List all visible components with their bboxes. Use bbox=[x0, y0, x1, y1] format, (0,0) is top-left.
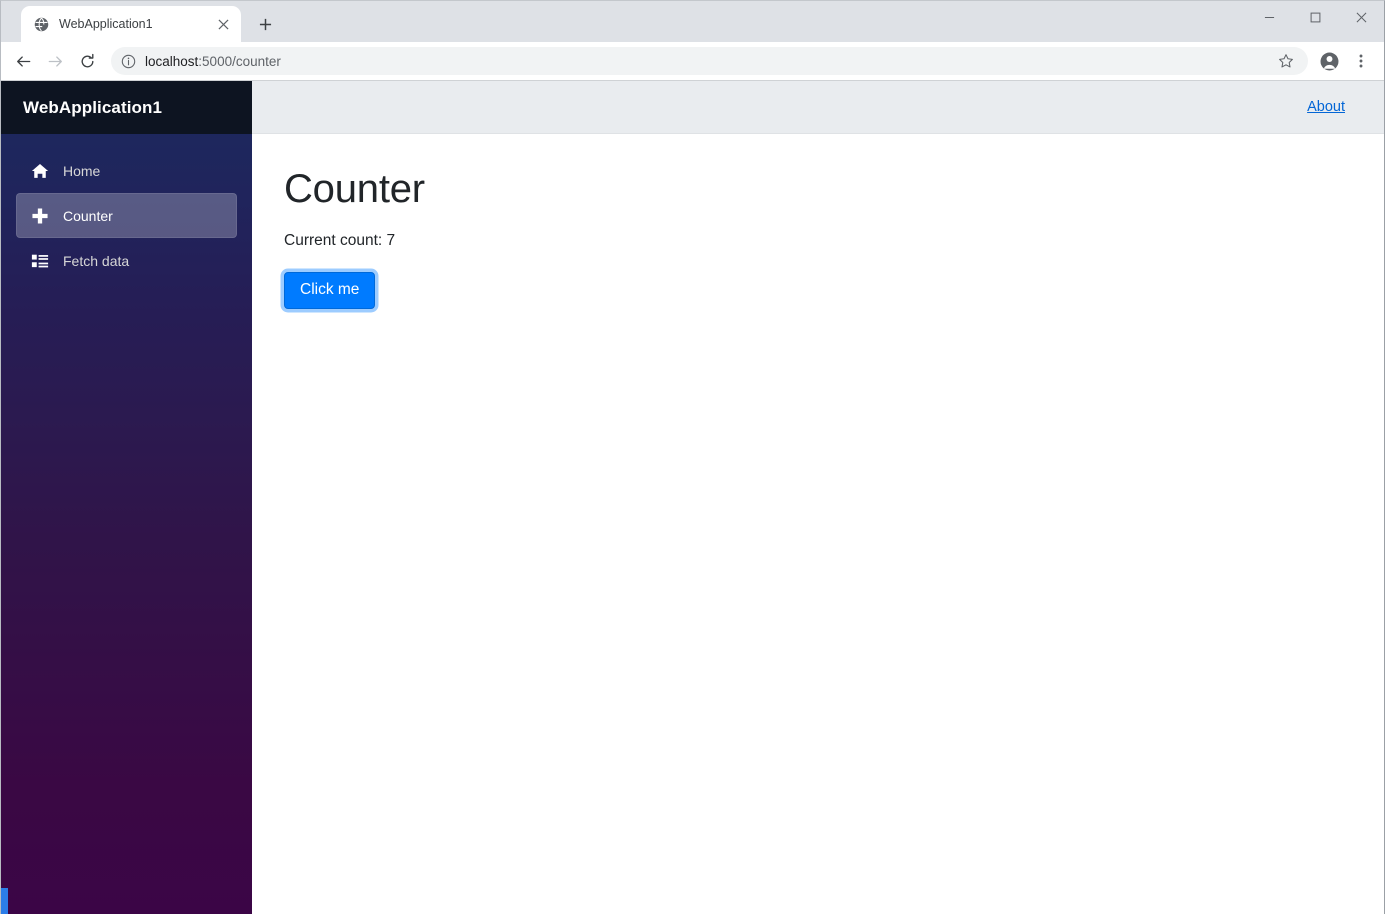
maximize-icon[interactable] bbox=[1292, 1, 1338, 33]
close-icon[interactable] bbox=[1338, 1, 1384, 33]
sidebar-bottom-accent bbox=[1, 888, 8, 914]
address-bar-url: localhost:5000/counter bbox=[145, 54, 281, 69]
app-main: About Counter Current count: 7 Click me bbox=[252, 81, 1384, 914]
about-link[interactable]: About bbox=[1307, 99, 1345, 115]
back-arrow-icon[interactable] bbox=[7, 45, 39, 77]
sidebar-brand[interactable]: WebApplication1 bbox=[1, 81, 252, 134]
forward-arrow-icon bbox=[39, 45, 71, 77]
list-icon bbox=[30, 251, 50, 271]
star-icon[interactable] bbox=[1274, 49, 1298, 73]
sidebar-nav: Home Counter Fetch data bbox=[1, 134, 252, 283]
sidebar-brand-label: WebApplication1 bbox=[23, 97, 163, 117]
app-sidebar: WebApplication1 Home Counter Fetch data bbox=[1, 81, 252, 914]
browser-window: WebApplication1 localhost:5000/counter W… bbox=[0, 0, 1385, 914]
page-content: Counter Current count: 7 Click me bbox=[252, 134, 1384, 914]
home-icon bbox=[30, 161, 50, 181]
page-title: Counter bbox=[284, 167, 425, 211]
current-count-text: Current count: 7 bbox=[284, 232, 396, 249]
address-bar[interactable]: localhost:5000/counter bbox=[111, 47, 1308, 75]
page-viewport: WebApplication1 Home Counter Fetch data … bbox=[1, 81, 1384, 914]
globe-icon bbox=[33, 16, 49, 32]
url-path: :5000/counter bbox=[198, 53, 281, 69]
browser-tab-strip: WebApplication1 bbox=[1, 1, 1384, 42]
window-controls bbox=[1246, 1, 1384, 33]
sidebar-item-label: Fetch data bbox=[63, 252, 130, 269]
sidebar-item-home[interactable]: Home bbox=[16, 148, 237, 193]
browser-toolbar: localhost:5000/counter bbox=[1, 42, 1384, 81]
info-circle-icon[interactable] bbox=[121, 54, 136, 69]
close-icon[interactable] bbox=[214, 15, 232, 33]
browser-tab[interactable]: WebApplication1 bbox=[21, 6, 241, 42]
sidebar-item-counter[interactable]: Counter bbox=[16, 193, 237, 238]
sidebar-item-label: Counter bbox=[63, 207, 113, 224]
url-host: localhost bbox=[145, 53, 199, 69]
three-dot-menu-icon[interactable] bbox=[1346, 46, 1376, 76]
profile-avatar-icon[interactable] bbox=[1314, 46, 1344, 76]
new-tab-button[interactable] bbox=[251, 10, 279, 38]
sidebar-item-label: Home bbox=[63, 162, 101, 179]
reload-icon[interactable] bbox=[71, 45, 103, 77]
sidebar-item-fetch-data[interactable]: Fetch data bbox=[16, 238, 237, 283]
click-me-button[interactable]: Click me bbox=[284, 272, 376, 309]
minimize-icon[interactable] bbox=[1246, 1, 1292, 33]
app-topbar: About bbox=[252, 81, 1384, 134]
browser-tab-title: WebApplication1 bbox=[59, 17, 153, 31]
plus-icon bbox=[30, 206, 50, 226]
